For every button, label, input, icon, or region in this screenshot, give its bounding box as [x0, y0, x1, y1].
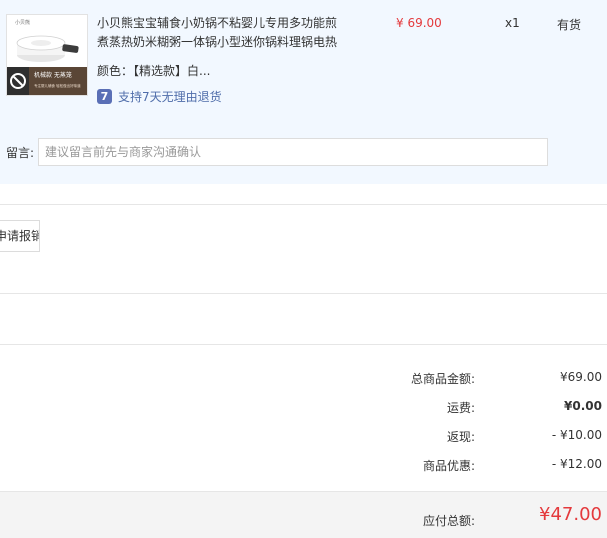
summary-label: 商品优惠: [422, 459, 475, 473]
summary-label: 返现: [446, 430, 475, 444]
divider [0, 293, 607, 294]
stock-status: 有货 [557, 18, 582, 32]
summary-label: 总商品金额: [410, 372, 475, 386]
product-spec: 颜色：【精选款】白... [97, 64, 211, 78]
summary-value: ¥0.00 [564, 399, 602, 413]
unit-price: ¥ 69.00 [396, 16, 442, 30]
thumbnail-sub-text: 专注婴儿辅食 轻松做出好味道 [34, 83, 81, 88]
summary-row-discount: 商品优惠: - ¥12.00 [0, 457, 607, 477]
summary-row-goods-total: 总商品金额: ¥69.00 [0, 370, 607, 390]
product-title[interactable]: 小贝熊宝宝辅食小奶锅不粘婴儿专用多功能煎煮蒸热奶米糊粥一体锅小型迷你锅料理锅电热 [97, 14, 345, 52]
return-policy[interactable]: 7 支持7天无理由退货 [97, 88, 222, 105]
note-input[interactable] [38, 138, 548, 166]
total-bar: 应付总额: ¥47.00 [0, 491, 607, 538]
brand-mark: 小贝熊 [15, 19, 30, 26]
summary-value: ¥69.00 [560, 370, 602, 384]
rice-cooker-image: 小贝熊 机械款 无蒸笼 专注婴儿辅食 轻松做出好味道 [7, 15, 87, 95]
thumbnail-banner-text: 机械款 无蒸笼 [34, 71, 72, 79]
summary-row-cashback: 返现: - ¥10.00 [0, 428, 607, 448]
note-label: 留言: [6, 146, 35, 160]
summary-value: - ¥10.00 [551, 428, 602, 442]
total-amount: ¥47.00 [539, 504, 602, 525]
return-policy-icon: 7 [97, 89, 112, 104]
apply-invoice-button[interactable]: 申请报销 [0, 220, 40, 252]
product-thumbnail[interactable]: 小贝熊 机械款 无蒸笼 专注婴儿辅食 轻松做出好味道 [6, 14, 88, 96]
total-label: 应付总额: [422, 514, 475, 528]
product-row: 小贝熊 机械款 无蒸笼 专注婴儿辅食 轻松做出好味道 小贝熊宝宝辅食小奶锅不粘婴… [0, 0, 607, 184]
quantity: x1 [505, 16, 520, 30]
divider [0, 344, 607, 345]
return-policy-text: 支持7天无理由退货 [118, 90, 222, 104]
summary-label: 运费: [446, 401, 475, 415]
divider [0, 204, 607, 205]
summary-row-shipping: 运费: ¥0.00 [0, 399, 607, 419]
summary-value: - ¥12.00 [551, 457, 602, 471]
